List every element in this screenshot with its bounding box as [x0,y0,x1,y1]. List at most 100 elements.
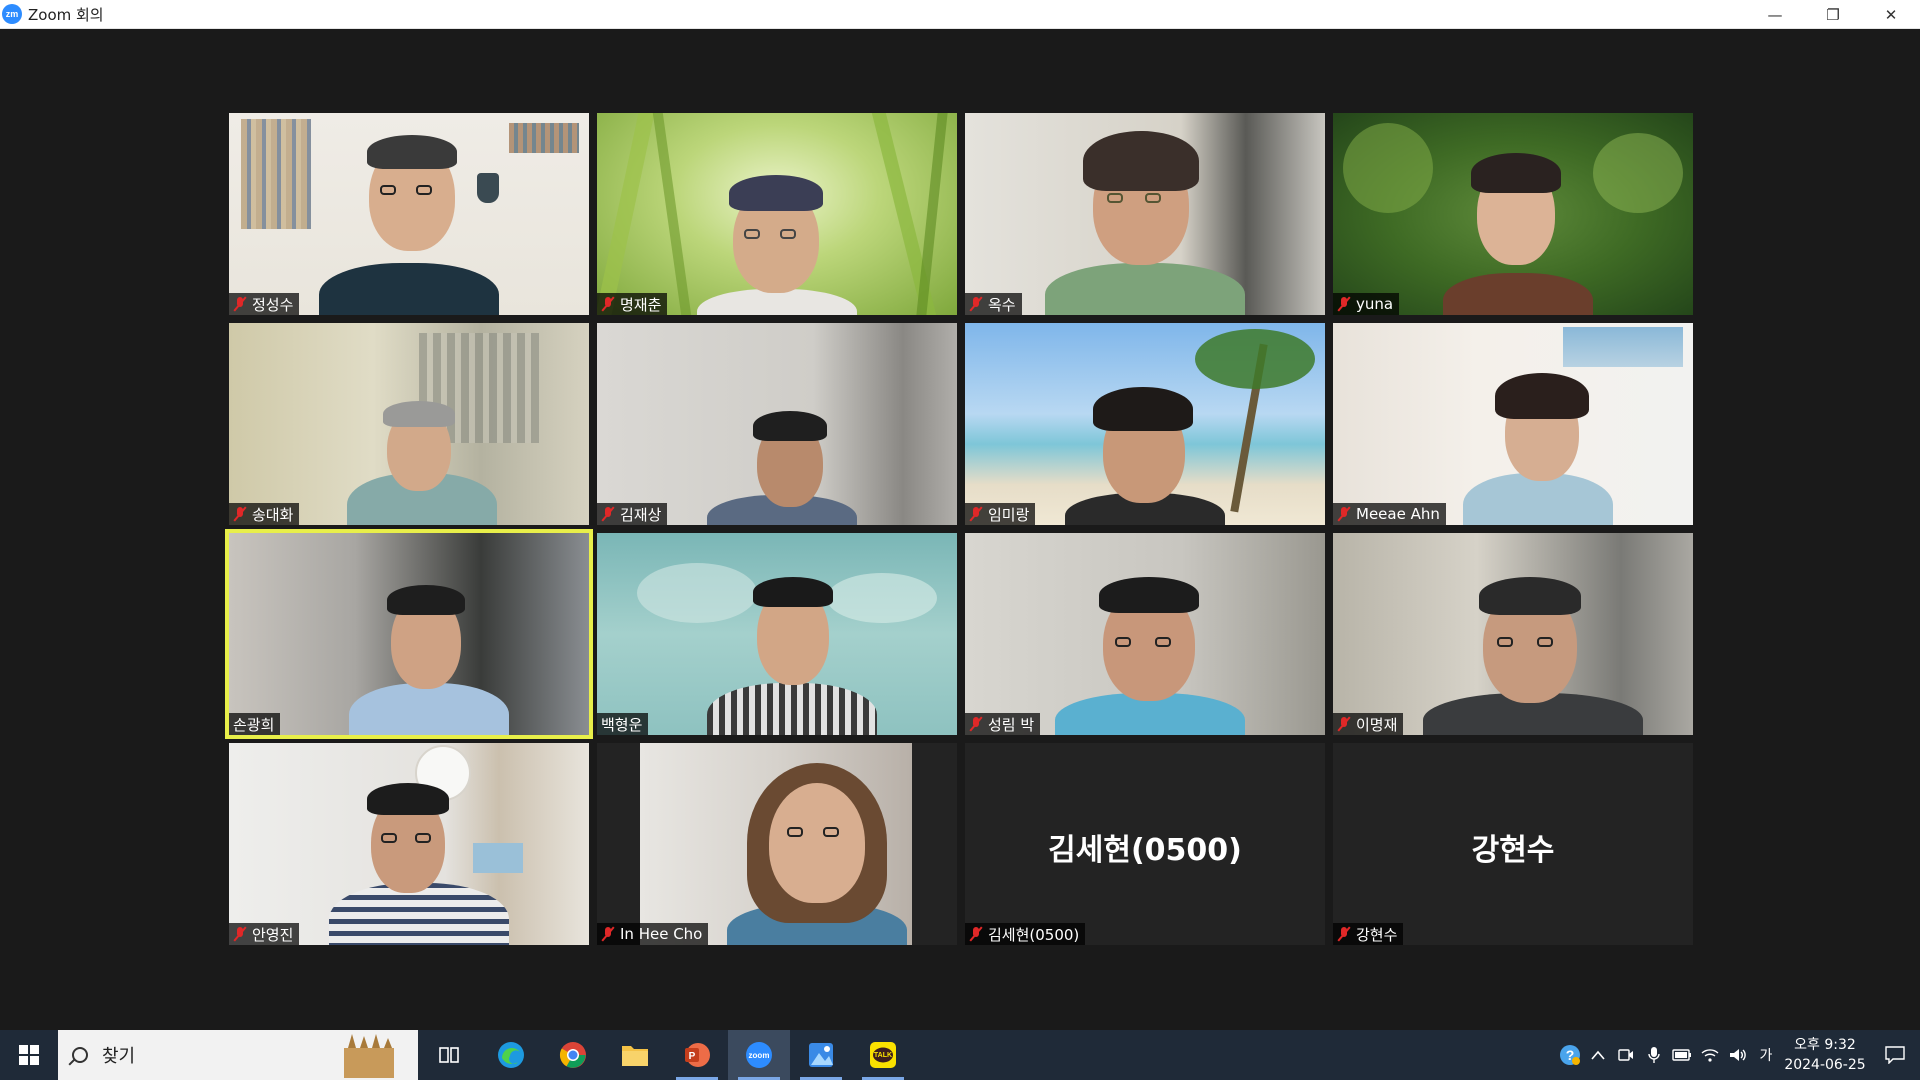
mic-muted-icon [969,716,983,732]
video-tile-active-speaker[interactable]: 손광희 [225,529,593,739]
participant-name: Meeae Ahn [1356,505,1440,523]
taskbar-search-box[interactable]: 찾기 [58,1030,418,1080]
video-tile[interactable]: 이명재 [1333,533,1693,735]
close-button[interactable]: ✕ [1862,0,1920,29]
participant-name: 정성수 [252,295,294,314]
taskbar-edge[interactable] [480,1030,542,1080]
video-tile[interactable]: 임미랑 [965,323,1325,525]
video-tile[interactable]: yuna [1333,113,1693,315]
tray-show-hidden[interactable] [1584,1030,1612,1080]
video-tile[interactable]: 안영진 [229,743,589,945]
video-feed [229,113,589,315]
system-tray: ? 가 오후 9:32 2024-06-25 [1556,1030,1920,1080]
video-feed [597,743,957,945]
tray-network[interactable] [1696,1030,1724,1080]
title-bar: zm Zoom 회의 — ❐ ✕ [0,0,1920,29]
mic-muted-icon [233,506,247,522]
video-tile[interactable]: 김재상 [597,323,957,525]
windows-taskbar: 찾기 P zoom TALK ? 가 오후 9:32 2024-06-25 [0,1030,1920,1080]
taskbar-powerpoint[interactable]: P [666,1030,728,1080]
participant-name: 송대화 [252,505,294,524]
camera-icon [1618,1049,1633,1061]
participant-name: 명재춘 [620,295,662,314]
participant-name-bar: 안영진 [229,923,300,945]
video-tile[interactable]: In Hee Cho [597,743,957,945]
tray-volume[interactable] [1724,1030,1752,1080]
video-feed [965,323,1325,525]
participant-name: In Hee Cho [620,925,703,943]
edge-browser-icon [498,1042,524,1068]
restore-button[interactable]: ❐ [1804,0,1862,29]
minimize-button[interactable]: — [1746,0,1804,29]
participant-name: 김재상 [620,505,662,524]
participant-name-bar: 임미랑 [965,503,1036,525]
window-title: Zoom 회의 [28,5,104,24]
participant-name: 손광희 [233,715,275,734]
windows-logo-icon [19,1045,39,1065]
taskbar-photos[interactable] [790,1030,852,1080]
video-tile[interactable]: Meeae Ahn [1333,323,1693,525]
notification-center-button[interactable] [1870,1030,1920,1080]
taskbar-kakaotalk[interactable]: TALK [852,1030,914,1080]
photos-icon [809,1043,833,1067]
video-feed [597,323,957,525]
taskbar-file-explorer[interactable] [604,1030,666,1080]
video-feed [1333,533,1693,735]
search-placeholder: 찾기 [102,1046,136,1067]
tray-battery[interactable] [1668,1030,1696,1080]
taskbar-zoom[interactable]: zoom [728,1030,790,1080]
search-highlight-illustration-icon [344,1034,394,1078]
video-tile-camera-off[interactable]: 김세현(0500) 김세현(0500) [965,743,1325,945]
clock-time: 오후 9:32 [1794,1037,1856,1053]
mic-muted-icon [969,926,983,942]
participant-name: 안영진 [252,925,294,944]
kakaotalk-icon-label: TALK [873,1051,893,1059]
mic-muted-icon [1337,506,1351,522]
mic-muted-icon [233,926,247,942]
participant-name-bar: 성림 박 [965,713,1041,735]
wifi-icon [1701,1049,1719,1062]
tray-camera[interactable] [1612,1030,1640,1080]
notification-icon [1885,1046,1905,1064]
participant-name-bar: 명재춘 [597,293,668,315]
video-tile[interactable]: 백형운 [597,533,957,735]
ime-indicator[interactable]: 가 [1752,1030,1780,1080]
participant-display-name: 강현수 [1471,833,1555,868]
tray-help[interactable]: ? [1556,1030,1584,1080]
participant-name: 김세현(0500) [988,925,1080,944]
microphone-icon [1648,1047,1660,1063]
video-feed [229,323,589,525]
participant-name: 이명재 [1356,715,1398,734]
taskbar-clock[interactable]: 오후 9:32 2024-06-25 [1780,1035,1870,1075]
chevron-up-icon [1591,1050,1605,1060]
video-feed [229,743,589,945]
video-tile[interactable]: 송대화 [229,323,589,525]
participant-name-bar: 김재상 [597,503,668,525]
tray-microphone[interactable] [1640,1030,1668,1080]
video-tile[interactable]: 정성수 [229,113,589,315]
mic-muted-icon [601,296,615,312]
participant-name-bar: 손광희 [229,713,281,735]
start-button[interactable] [0,1030,58,1080]
svg-text:P: P [689,1051,696,1062]
video-tile[interactable]: 성림 박 [965,533,1325,735]
video-tile[interactable]: 옥수 [965,113,1325,315]
meeting-gallery: 정성수 명재춘 옥수 yuna 송대화 김재상 임미랑 Meeae Ahn 손광… [0,29,1920,1030]
participant-name-bar: In Hee Cho [597,923,709,945]
taskbar-chrome[interactable] [542,1030,604,1080]
participant-name-bar: 김세현(0500) [965,923,1086,945]
mic-muted-icon [601,506,615,522]
video-tile-camera-off[interactable]: 강현수 강현수 [1333,743,1693,945]
video-feed [965,533,1325,735]
folder-icon [622,1046,648,1066]
participant-name: 임미랑 [988,505,1030,524]
participant-name-bar: 이명재 [1333,713,1404,735]
speaker-volume-icon [1730,1049,1746,1061]
video-tile[interactable]: 명재춘 [597,113,957,315]
help-icon: ? [1560,1045,1580,1065]
mic-muted-icon [1337,296,1351,312]
mic-muted-icon [969,296,983,312]
participant-name: 강현수 [1356,925,1398,944]
mic-muted-icon [233,296,247,312]
task-view-button[interactable] [418,1030,480,1080]
